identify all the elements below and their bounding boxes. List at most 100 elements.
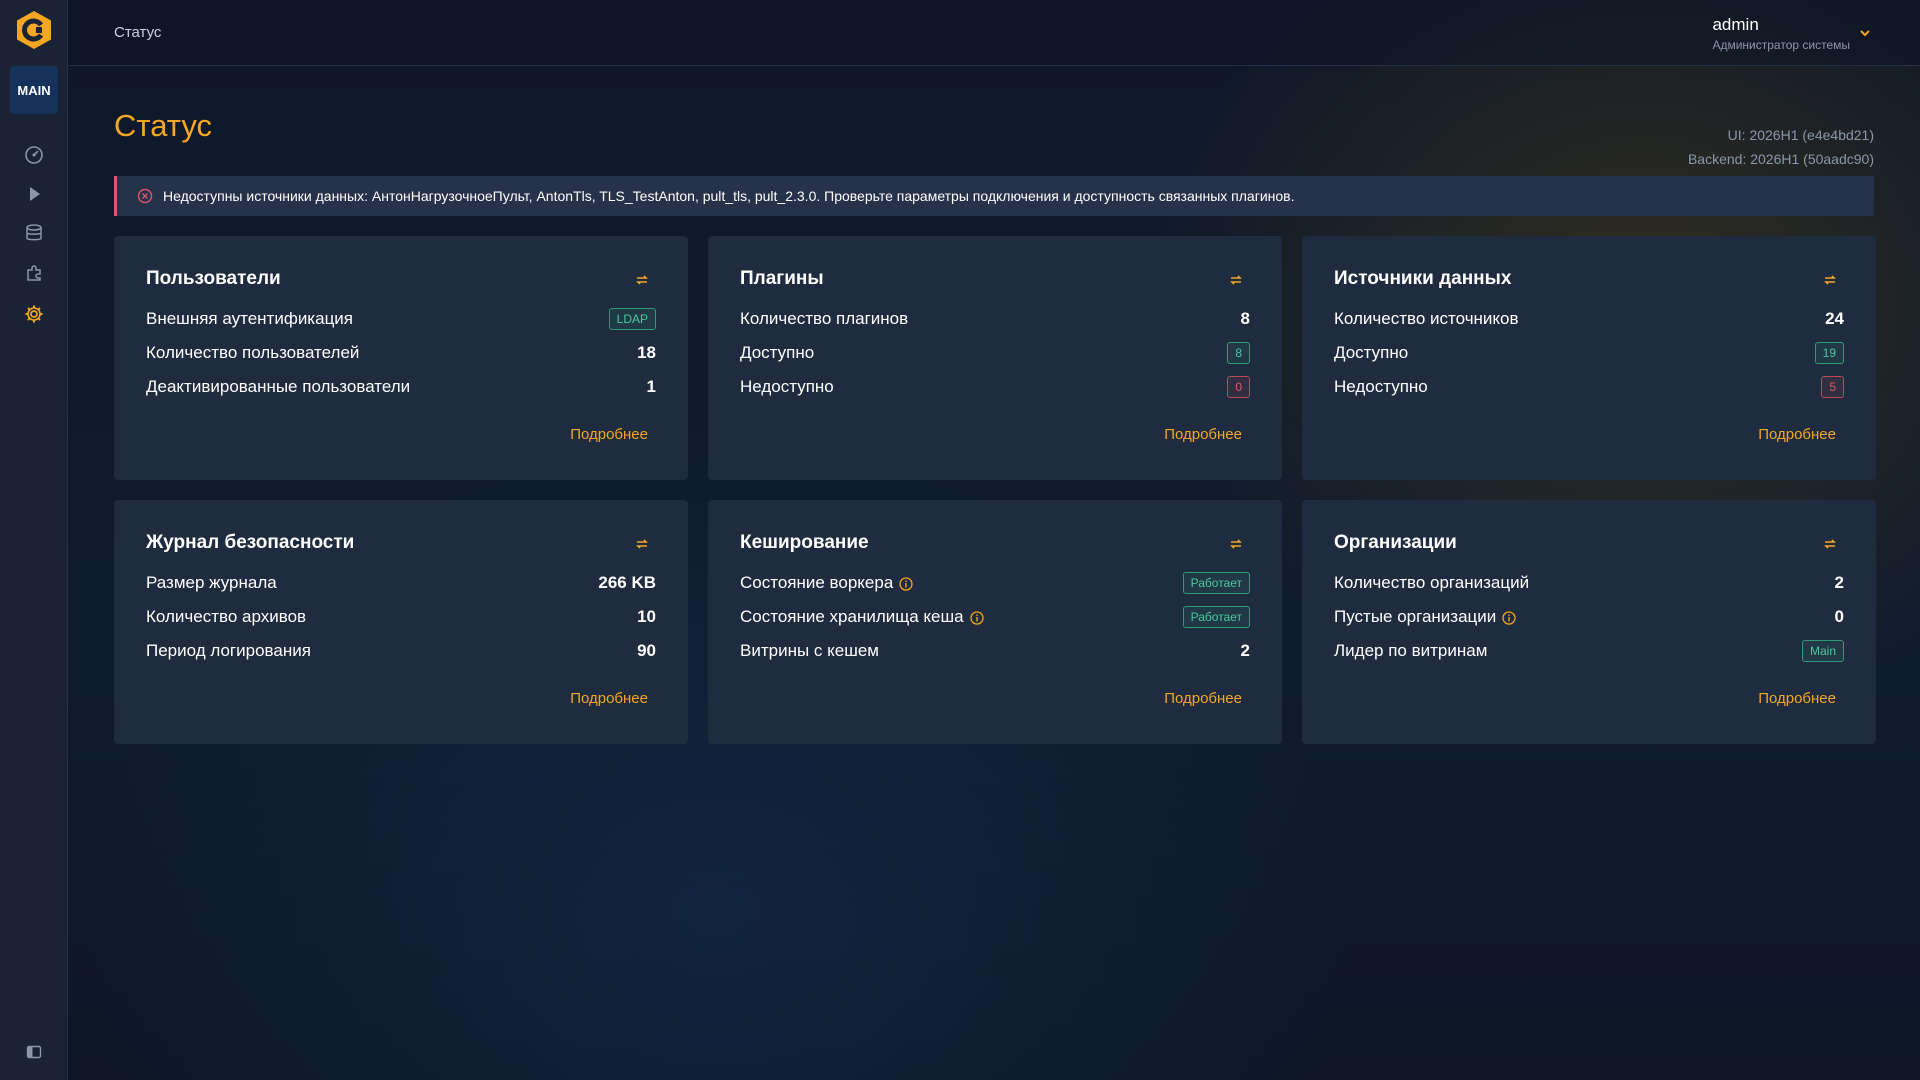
refresh-icon[interactable] — [1822, 272, 1838, 288]
error-alert: Недоступны источники данных: АнтонНагруз… — [114, 176, 1874, 216]
stat-label: Недоступно — [740, 377, 834, 396]
refresh-icon[interactable] — [634, 272, 650, 288]
refresh-icon[interactable] — [634, 536, 650, 552]
stat-label: Период логирования — [146, 641, 311, 660]
user-menu[interactable]: admin Администратор системы — [1712, 15, 1850, 52]
stat-row: Количество источников 24 — [1334, 302, 1844, 336]
refresh-icon[interactable] — [1228, 536, 1244, 552]
stat-value: 10 — [637, 607, 656, 626]
settings-icon[interactable] — [22, 302, 46, 326]
card-rows: Размер журнала 266 KB Количество архивов 10… — [146, 566, 656, 668]
more-link[interactable]: Подробнее — [570, 426, 648, 443]
stat-label: Лидер по витринам — [1334, 641, 1488, 660]
card-caching: Кеширование Состояние воркера Работает Сост… — [708, 500, 1282, 744]
status-badge: LDAP — [608, 308, 656, 330]
stat-label: Размер журнала — [146, 573, 277, 592]
stat-value: 266 KB — [598, 573, 656, 592]
workspace-badge[interactable]: MAIN — [10, 66, 58, 114]
card-security-log: Журнал безопасности Размер журнала 266 KB К… — [114, 500, 688, 744]
more-link[interactable]: Подробнее — [570, 690, 648, 707]
stat-row: Внешняя аутентификация LDAP — [146, 302, 656, 336]
stat-label: Количество организаций — [1334, 573, 1530, 592]
stat-label-wrap: Недоступно — [740, 377, 834, 397]
user-role: Администратор системы — [1712, 38, 1850, 52]
card-title: Плагины — [740, 268, 824, 289]
chevron-down-icon[interactable] — [1858, 26, 1872, 40]
stat-label: Внешняя аутентификация — [146, 309, 354, 328]
stat-row: Доступно 8 — [740, 336, 1250, 370]
card-rows: Состояние воркера Работает Состояние храни… — [740, 566, 1250, 668]
stat-value: 0 — [1834, 607, 1844, 626]
stat-row: Состояние хранилища кеша Работает — [740, 600, 1250, 634]
status-cards-grid: Пользователи Внешняя аутентификация LDAP Ко… — [114, 236, 1876, 744]
card-title: Пользователи — [146, 268, 281, 289]
stat-row: Деактивированные пользователи 1 — [146, 370, 656, 404]
status-badge: 8 — [1227, 342, 1250, 364]
stat-row: Доступно 19 — [1334, 336, 1844, 370]
more-link[interactable]: Подробнее — [1758, 690, 1836, 707]
stat-label-wrap: Деактивированные пользователи — [146, 377, 410, 397]
stat-label: Витрины с кешем — [740, 641, 879, 660]
collapse-sidebar-icon[interactable] — [26, 1044, 42, 1060]
stat-label-wrap: Размер журнала — [146, 573, 277, 593]
puzzle-icon[interactable] — [22, 261, 46, 285]
stat-label: Количество пользователей — [146, 343, 360, 362]
refresh-icon[interactable] — [1228, 272, 1244, 288]
user-name: admin — [1712, 15, 1759, 34]
stat-row: Лидер по витринам Main — [1334, 634, 1844, 668]
stat-label-wrap: Пустые организации — [1334, 607, 1516, 627]
more-link[interactable]: Подробнее — [1164, 690, 1242, 707]
info-icon[interactable] — [969, 610, 984, 625]
stat-label-wrap: Количество плагинов — [740, 309, 908, 329]
alert-text: Недоступны источники данных: АнтонНагруз… — [163, 188, 1295, 204]
stat-value: 1 — [646, 377, 656, 396]
stat-label-wrap: Витрины с кешем — [740, 641, 879, 661]
stat-label-wrap: Состояние хранилища кеша — [740, 607, 984, 627]
refresh-icon[interactable] — [1822, 536, 1838, 552]
stat-label: Количество плагинов — [740, 309, 909, 328]
topbar: Статус admin Администратор системы — [68, 0, 1920, 66]
play-icon[interactable] — [22, 182, 46, 206]
app-logo-icon[interactable] — [14, 10, 54, 50]
card-plugins: Плагины Количество плагинов 8 Доступно 8 Недо… — [708, 236, 1282, 480]
stat-label: Состояние воркера — [740, 573, 894, 592]
card-rows: Количество плагинов 8 Доступно 8 Недоступно 0 — [740, 302, 1250, 404]
status-badge: Работает — [1182, 606, 1250, 628]
card-title: Журнал безопасности — [146, 532, 355, 553]
info-icon[interactable] — [1502, 610, 1516, 625]
card-data-sources: Источники данных Количество источников 24 Д… — [1302, 236, 1876, 480]
stat-row: Состояние воркера Работает — [740, 566, 1250, 600]
dashboard-icon[interactable] — [22, 143, 46, 167]
info-icon[interactable] — [899, 576, 913, 591]
stat-value: 8 — [1240, 309, 1250, 328]
version-ui: UI: 2026H1 (e4e4bd21) — [1727, 127, 1874, 143]
stat-label: Доступно — [740, 343, 815, 362]
page-title: Статус — [114, 108, 212, 143]
breadcrumb[interactable]: Статус — [114, 24, 161, 41]
more-link[interactable]: Подробнее — [1758, 426, 1836, 443]
stat-label-wrap: Доступно — [740, 343, 814, 363]
stat-row: Количество архивов 10 — [146, 600, 656, 634]
stat-row: Количество организаций 2 — [1334, 566, 1844, 600]
error-circle-icon — [137, 188, 153, 204]
stat-label: Количество архивов — [146, 607, 307, 626]
status-badge: 5 — [1821, 376, 1844, 398]
stat-row: Пустые организации 0 — [1334, 600, 1844, 634]
card-users: Пользователи Внешняя аутентификация LDAP Ко… — [114, 236, 688, 480]
more-link[interactable]: Подробнее — [1164, 426, 1242, 443]
stat-row: Количество пользователей 18 — [146, 336, 656, 370]
card-rows: Количество организаций 2 Пустые организаци… — [1334, 566, 1844, 668]
stat-label-wrap: Доступно — [1334, 343, 1408, 363]
database-icon[interactable] — [22, 221, 46, 245]
stat-value: 24 — [1825, 309, 1844, 328]
card-title: Организации — [1334, 532, 1457, 553]
stat-label-wrap: Количество источников — [1334, 309, 1519, 329]
stat-value: 2 — [1834, 573, 1844, 592]
stat-label-wrap: Лидер по витринам — [1334, 641, 1487, 661]
stat-row: Период логирования 90 — [146, 634, 656, 668]
stat-label-wrap: Состояние воркера — [740, 573, 913, 593]
card-organizations: Организации Количество организаций 2 Пустые… — [1302, 500, 1876, 744]
card-title: Источники данных — [1334, 268, 1512, 289]
stat-label-wrap: Недоступно — [1334, 377, 1428, 397]
card-title: Кеширование — [740, 532, 869, 553]
